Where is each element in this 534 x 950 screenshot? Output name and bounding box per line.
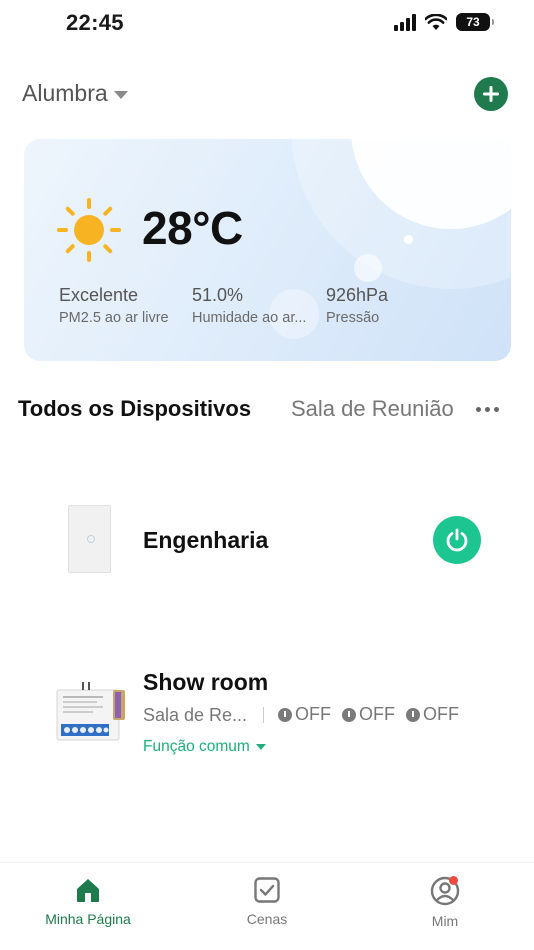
nav-label: Minha Página [45,911,131,927]
home-selector[interactable]: Alumbra [22,80,128,107]
nav-label: Mim [431,913,459,929]
channel-state: OFF [295,704,331,724]
nav-item-profile[interactable]: Mim [407,876,483,929]
power-icon [406,707,420,722]
nav-item-home[interactable]: Minha Página [40,876,136,927]
wall-switch-image [68,505,111,573]
cellular-signal-icon [394,13,416,31]
home-icon [77,879,99,902]
power-button[interactable] [433,516,481,564]
home-name: Alumbra [22,80,108,106]
battery-level: 73 [466,15,480,29]
metric-label: PM2.5 ao ar livre [59,310,169,326]
notification-badge [449,876,458,885]
metric-value: Excelente [59,285,139,305]
nav-label: Cenas [246,911,288,927]
channel-3-toggle[interactable]: OFF [406,704,459,725]
caret-down-icon [255,744,266,750]
nav-item-scenes[interactable]: Cenas [229,876,305,927]
bubble-decoration [354,254,382,282]
channel-state: OFF [359,704,395,724]
device-name: Show room [143,669,269,695]
more-options-button[interactable] [471,397,503,421]
common-function-dropdown[interactable]: Função comum [143,738,266,756]
moon-decoration [351,139,511,229]
sun-icon [57,198,121,262]
scenes-icon [254,877,280,903]
metric-label: Pressão [326,310,380,326]
power-icon [342,707,356,722]
air-quality-metric: Excelente PM2.5 ao ar livre [59,285,169,326]
status-bar: 22:45 73 [0,0,534,46]
device-room: Sala de Re... [143,705,248,725]
temperature-value: 28°C [142,202,243,254]
dot [475,406,481,412]
device-name: Engenharia [143,527,269,553]
dot [493,406,499,412]
metric-label: Humidade ao ar... [192,310,307,326]
channel-2-toggle[interactable]: OFF [342,704,395,725]
status-icons: 73 [394,13,494,31]
plus-icon [483,86,499,102]
divider [263,707,264,723]
humidity-metric: 51.0% Humidade ao ar... [192,285,320,326]
bottom-navigation: Minha Página Cenas Mim [0,862,534,950]
status-time: 22:45 [66,10,124,35]
tab-meeting-room[interactable]: Sala de Reunião [291,396,463,422]
battery-icon: 73 [456,13,494,31]
profile-icon-wrap [429,876,461,906]
tab-all-devices[interactable]: Todos os Dispositivos [18,396,251,422]
caret-down-icon [113,90,128,99]
wifi-icon [425,13,447,30]
metric-value: 51.0% [192,285,244,305]
add-device-button[interactable] [474,77,508,111]
bubble-decoration [404,235,413,244]
function-label: Função comum [143,738,250,755]
switch-module-image [56,682,125,741]
channel-state: OFF [423,704,459,724]
power-icon [278,707,292,722]
channel-1-toggle[interactable]: OFF [278,704,331,725]
weather-card[interactable]: 28°C Excelente PM2.5 ao ar livre 51.0% H… [24,139,511,361]
dot [484,406,490,412]
power-icon [446,528,468,552]
pressure-metric: 926hPa Pressão [326,285,388,326]
metric-value: 926hPa [326,285,389,305]
